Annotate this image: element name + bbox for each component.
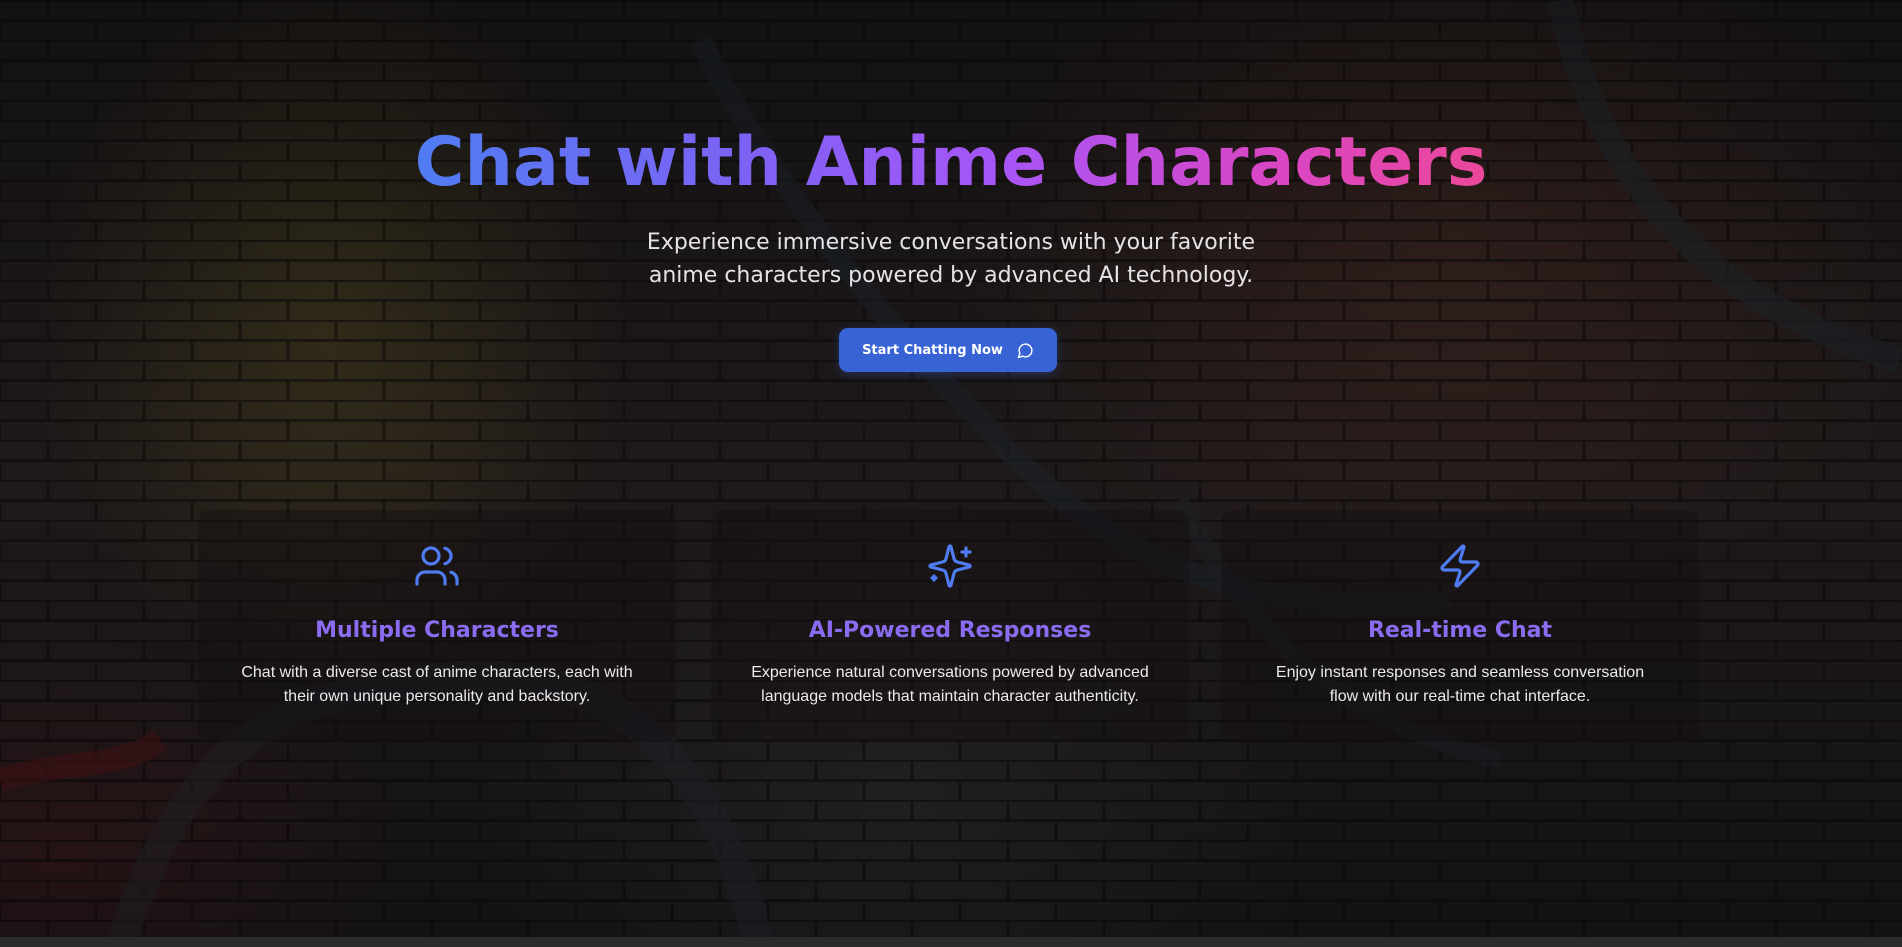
users-icon (415, 546, 459, 586)
bottom-bar (0, 937, 1902, 947)
feature-card-ai-powered-responses: AI-Powered Responses Experience natural … (711, 510, 1189, 742)
message-circle-icon (1017, 342, 1033, 358)
feature-card-real-time-chat: Real-time Chat Enjoy instant responses a… (1221, 510, 1699, 742)
feature-card-multiple-characters: Multiple Characters Chat with a diverse … (198, 510, 676, 742)
feature-title: AI-Powered Responses (808, 618, 1092, 643)
sparkles-icon (928, 544, 972, 588)
zap-icon (1440, 544, 1480, 588)
feature-description: Enjoy instant responses and seamless con… (1275, 664, 1645, 705)
feature-title: Real-time Chat (1367, 618, 1553, 643)
hero-subtitle: Experience immersive conversations with … (646, 230, 1256, 288)
feature-description: Chat with a diverse cast of anime charac… (241, 664, 633, 705)
hero-title: Chat with Anime Characters (414, 123, 1488, 202)
start-chatting-label: Start Chatting Now (862, 342, 1003, 358)
feature-description: Experience natural conversations powered… (751, 664, 1149, 705)
feature-title: Multiple Characters (315, 618, 559, 643)
start-chatting-button[interactable]: Start Chatting Now (839, 328, 1057, 372)
